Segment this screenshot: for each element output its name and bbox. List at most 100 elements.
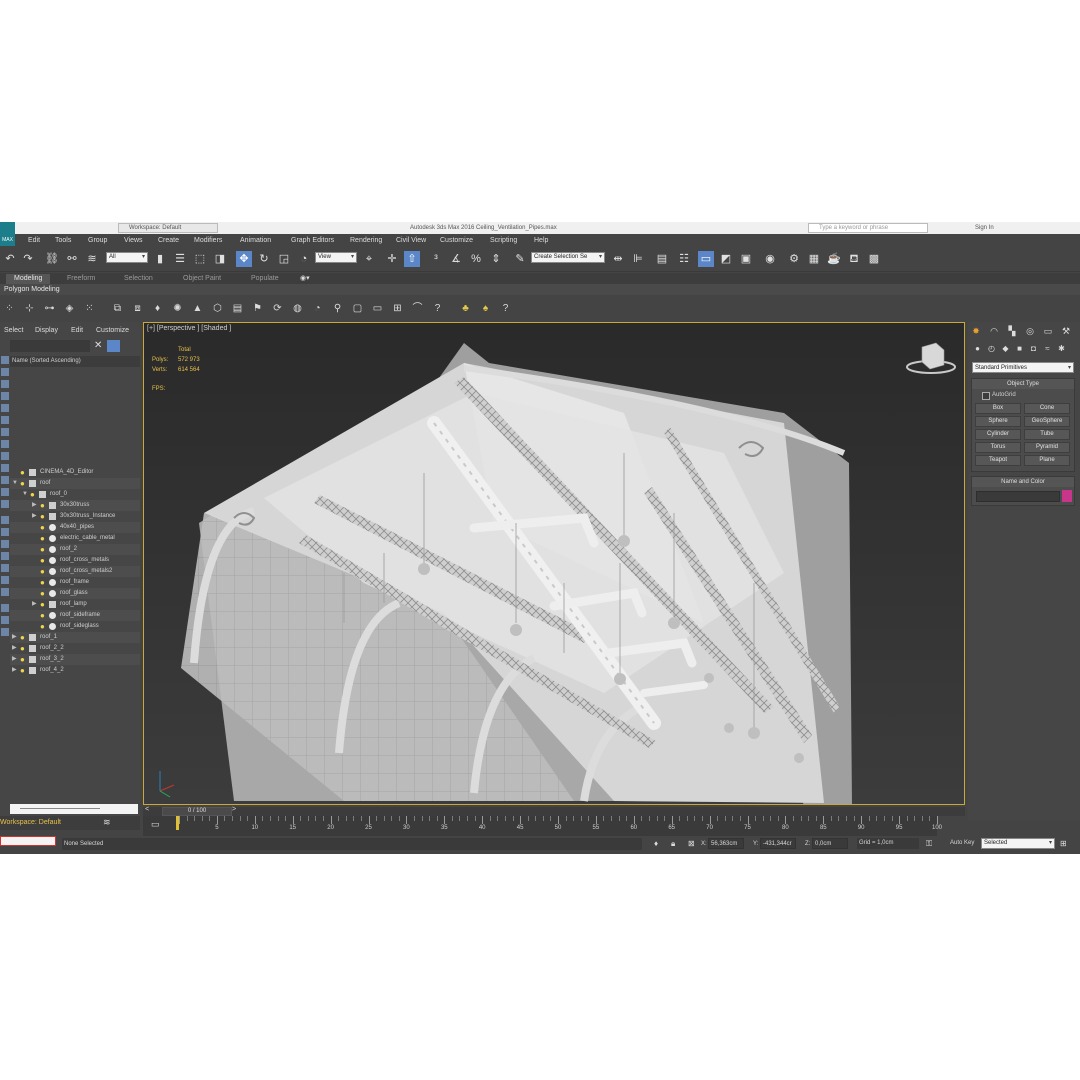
visibility-bulb-icon[interactable]: ● — [40, 555, 45, 566]
tree-row[interactable]: ▶ ● 30x30truss — [10, 500, 140, 511]
help-2-icon[interactable]: ? — [498, 301, 513, 316]
filter-freeze-icon[interactable] — [1, 616, 9, 624]
shapes-icon[interactable]: ◴ — [986, 343, 997, 354]
rectangular-selection-icon[interactable]: ⬚ — [192, 251, 208, 267]
menu-create[interactable]: Create — [158, 236, 179, 245]
menu-help[interactable]: Help — [534, 236, 548, 245]
select-by-name-icon[interactable]: ☰ — [172, 251, 188, 267]
autogrid-checkbox[interactable]: AutoGrid — [982, 391, 1016, 400]
filter-layers-icon[interactable] — [1, 540, 9, 548]
pyramid-button[interactable]: Pyramid — [1024, 442, 1070, 453]
material-editor-icon[interactable]: ◉ — [762, 251, 778, 267]
expand-arrow-icon[interactable]: ▶ — [12, 654, 17, 665]
menu-scripting[interactable]: Scripting — [490, 236, 517, 245]
window-icon[interactable]: ▭ — [370, 301, 385, 316]
filter-hidden-icon[interactable] — [1, 488, 9, 496]
visibility-bulb-icon[interactable]: ● — [20, 654, 25, 665]
expand-arrow-icon[interactable]: ▶ — [32, 511, 37, 522]
motion-tab-icon[interactable]: ◎ — [1024, 325, 1036, 337]
open-mini-curve-editor-icon[interactable]: ▭ — [151, 819, 160, 830]
explorer-menu-customize[interactable]: Customize — [96, 327, 129, 334]
keyboard-shortcut-override-icon[interactable]: ⇧ — [404, 251, 420, 267]
time-slider[interactable]: < 0 / 100 > — [143, 806, 965, 816]
layers-icon[interactable]: ≋ — [103, 817, 111, 828]
refresh-icon[interactable]: ⟳ — [270, 301, 285, 316]
visibility-bulb-icon[interactable]: ● — [40, 577, 45, 588]
menu-animation[interactable]: Animation — [240, 236, 271, 245]
hexagon-icon[interactable]: ⬡ — [210, 301, 225, 316]
filter-sync-icon[interactable] — [1, 576, 9, 584]
expand-arrow-icon[interactable]: ▶ — [12, 643, 17, 654]
extrude-icon[interactable]: ⧉ — [110, 301, 125, 316]
filter-hierarchy-icon[interactable] — [1, 552, 9, 560]
sun-icon[interactable]: ✺ — [170, 301, 185, 316]
tree-row[interactable]: ▶ ● roof_1 — [10, 632, 140, 643]
tab-freeform[interactable]: Freeform — [59, 274, 103, 284]
filter-frozen-icon[interactable] — [1, 476, 9, 484]
visibility-bulb-icon[interactable]: ● — [40, 500, 45, 511]
window-crossing-icon[interactable]: ◨ — [212, 251, 228, 267]
polygon-mode-icon[interactable]: ◈ — [62, 301, 77, 316]
filter-geometry-icon[interactable] — [1, 356, 9, 364]
light-bulb-icon[interactable]: ♦ — [150, 301, 165, 316]
tab-populate[interactable]: Populate — [243, 274, 287, 284]
tree-row[interactable]: ● roof_2 — [10, 544, 140, 555]
expand-arrow-icon[interactable]: ▼ — [12, 478, 18, 489]
cylinder-button[interactable]: Cylinder — [975, 429, 1021, 440]
frame-icon[interactable]: ▢ — [350, 301, 365, 316]
track-bar[interactable]: ▭ 5 10 15 20 25 30 35 40 45 50 55 60 65 70 75 80 85 90 95 1… — [143, 816, 942, 836]
filter-sort-icon[interactable] — [1, 564, 9, 572]
sphere-button[interactable]: Sphere — [975, 416, 1021, 427]
tree-row[interactable]: ● electric_cable_metal — [10, 533, 140, 544]
tab-modeling[interactable]: Modeling — [6, 274, 51, 284]
workspace-label[interactable]: Workspace: Default — [0, 818, 61, 827]
tree-row[interactable]: ● CINEMA_4D_Editor — [10, 467, 140, 478]
visibility-bulb-icon[interactable]: ● — [20, 467, 25, 478]
explorer-menu-edit[interactable]: Edit — [71, 327, 83, 334]
tree-row[interactable]: ● 40x40_pipes — [10, 522, 140, 533]
search-input[interactable]: Type a keyword or phrase — [808, 223, 928, 233]
visibility-bulb-icon[interactable]: ● — [40, 588, 45, 599]
select-object-icon[interactable]: ▮ — [152, 251, 168, 267]
tree-row[interactable]: ▶ ● roof_4_2 — [10, 665, 140, 676]
filter-display-icon[interactable] — [1, 604, 9, 612]
redo-icon[interactable]: ↷ — [20, 251, 36, 267]
plane-button[interactable]: Plane — [1024, 455, 1070, 466]
border-mode-icon[interactable]: ⊶ — [42, 301, 57, 316]
filter-groups-icon[interactable] — [1, 428, 9, 436]
place-icon[interactable]: ◔ — [296, 251, 312, 267]
angle-snap-icon[interactable]: ∡ — [448, 251, 464, 267]
geometry-icon[interactable]: ● — [972, 343, 983, 354]
perspective-viewport[interactable]: [+] [Perspective ] [Shaded ] Total Polys… — [143, 322, 965, 805]
filter-helpers-icon[interactable] — [1, 404, 9, 412]
box-button[interactable]: Box — [975, 403, 1021, 414]
edge-mode-icon[interactable]: ⊹ — [22, 301, 37, 316]
tree-row[interactable]: ▶ ● roof_2_2 — [10, 643, 140, 654]
object-color-swatch[interactable] — [1062, 490, 1072, 502]
filter-lights-icon[interactable] — [1, 380, 9, 388]
filter-shapes-icon[interactable] — [1, 368, 9, 376]
align-icon[interactable]: ⊫ — [630, 251, 646, 267]
mirror-icon[interactable]: ⇹ — [610, 251, 626, 267]
key-filter-dropdown[interactable]: Selected — [981, 838, 1055, 849]
named-selection-dropdown[interactable]: Create Selection Se — [531, 252, 605, 263]
selection-lock-icon[interactable]: 🔒︎ — [671, 838, 675, 850]
expand-arrow-icon[interactable]: ▶ — [12, 665, 17, 676]
bevel-icon[interactable]: ⧈ — [130, 301, 145, 316]
filter-containers-icon[interactable] — [1, 464, 9, 472]
tree-row[interactable]: ● roof_cross_metals2 — [10, 566, 140, 577]
undo-icon[interactable]: ↶ — [2, 251, 18, 267]
absolute-mode-icon[interactable]: ⊠ — [688, 838, 695, 850]
teapot-button[interactable]: Teapot — [975, 455, 1021, 466]
unlink-icon[interactable]: ⚯ — [64, 251, 80, 267]
filter-extra-icon[interactable] — [1, 628, 9, 636]
pin-icon[interactable]: ⚲ — [330, 301, 345, 316]
time-slider-prev[interactable]: < — [145, 806, 149, 813]
key-filters-icon[interactable]: ⊞ — [1060, 838, 1067, 850]
scene-explorer-icon[interactable]: ☷ — [676, 251, 692, 267]
document-icon[interactable]: ▤ — [230, 301, 245, 316]
vertex-mode-icon[interactable]: ⁘ — [2, 301, 17, 316]
visibility-bulb-icon[interactable]: ● — [40, 533, 45, 544]
primitive-category-dropdown[interactable]: Standard Primitives — [972, 362, 1074, 374]
visibility-bulb-icon[interactable]: ● — [40, 522, 45, 533]
